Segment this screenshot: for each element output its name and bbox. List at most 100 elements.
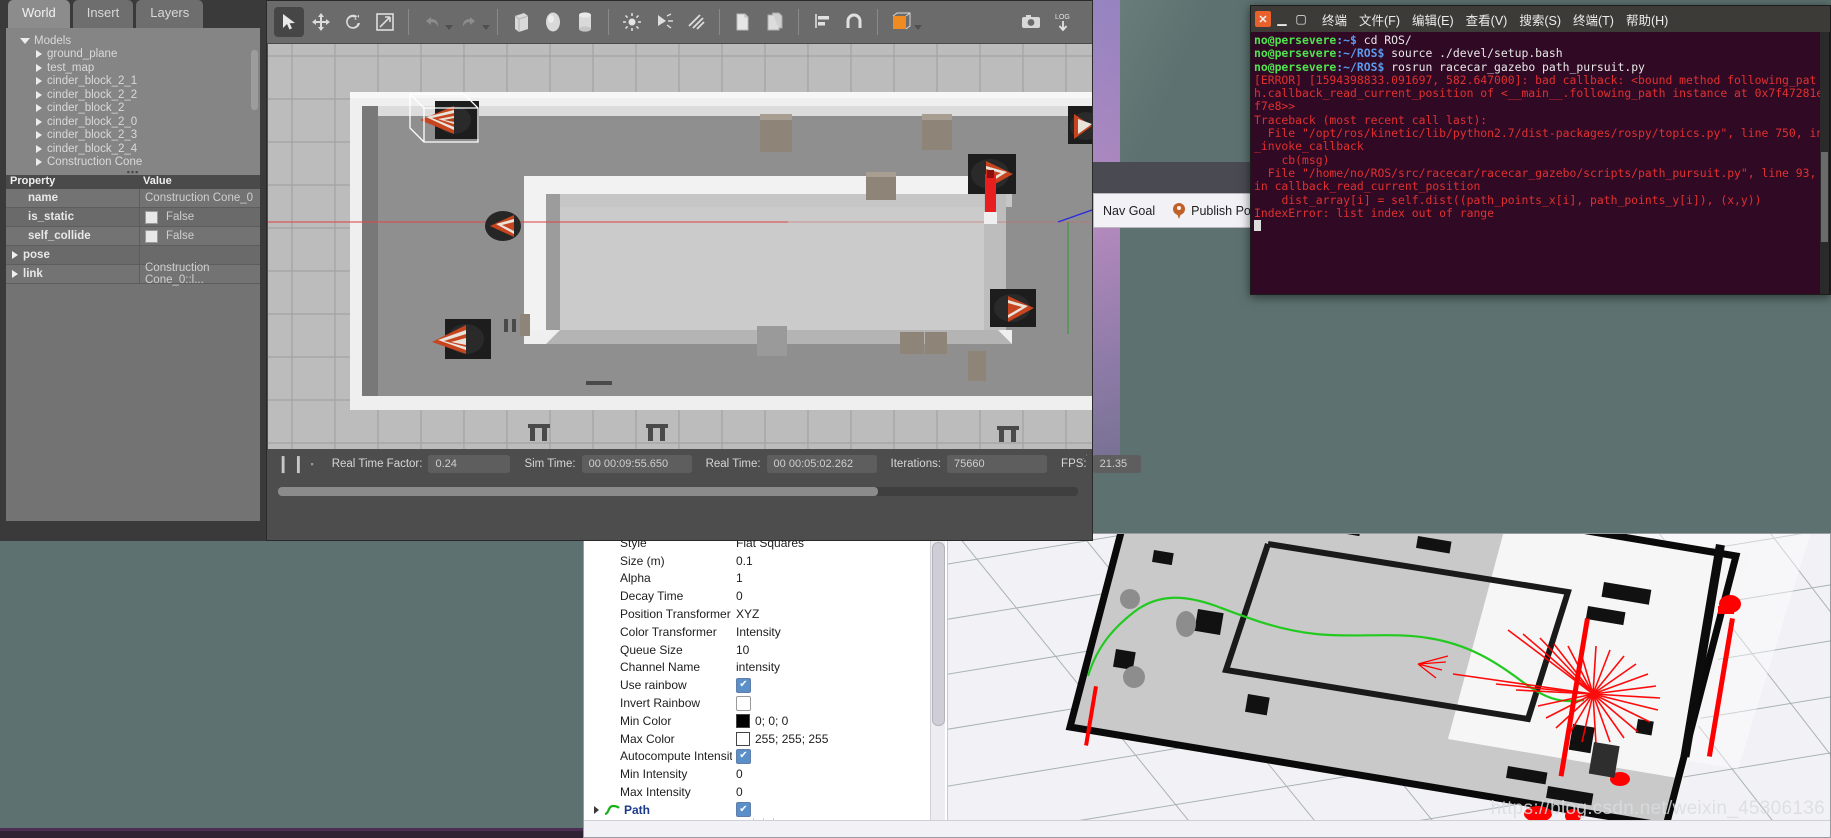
rviz-property-row[interactable]: Min Color 0; 0; 0 [584,712,947,730]
chevron-right-icon[interactable] [36,131,42,140]
terminal-menu-item[interactable]: 查看(V) [1466,10,1508,29]
terminal-menu-item[interactable]: 编辑(E) [1412,10,1454,29]
select-arrow-icon[interactable] [274,7,304,37]
redo-dropdown-icon[interactable] [482,24,490,30]
gazebo-3d-viewport[interactable] [268,44,1092,449]
chevron-right-icon[interactable] [36,50,42,59]
terminal-menu-item[interactable]: 文件(F) [1359,10,1400,29]
undo-dropdown-icon[interactable] [445,24,453,30]
terminal-titlebar[interactable]: ✕ ▁ ▢ 终端 文件(F) 编辑(E) 查看(V) 搜索(S) 终端(T) 帮助(H) [1251,6,1830,32]
terminal-menubar[interactable]: 终端 文件(F) 编辑(E) 查看(V) 搜索(S) 终端(T) 帮助(H) [1322,10,1680,29]
gazebo-world-tree[interactable]: Models ground_plane test_map cinder_block_2… [6,28,260,168]
world-tree-item[interactable]: test_map [6,61,260,75]
resize-grip-icon[interactable]: ⋰ [1079,453,1088,464]
gazebo-side-panel[interactable]: World Insert Layers Models ground_plane test… [0,0,266,541]
checkbox-checked-icon[interactable]: ✔ [736,748,751,764]
rviz-property-row[interactable]: Min Intensity 0 [584,765,947,783]
gazebo-toolbar[interactable]: LOG [267,1,1092,44]
chevron-right-icon[interactable] [36,77,42,86]
gazebo-panel-tabs[interactable]: World Insert Layers [0,0,266,28]
world-tree-item[interactable]: Models [6,34,260,48]
scrollbar-thumb[interactable] [278,487,878,496]
chevron-right-icon[interactable] [36,144,42,153]
rviz-property-row[interactable]: Channel Name intensity [584,659,947,677]
rviz-property-row[interactable]: Max Intensity 0 [584,783,947,801]
rviz-properties-scrollbar[interactable]: ▲ ▼ [930,534,945,837]
chevron-right-icon[interactable] [36,158,42,167]
rviz-property-value[interactable]: ✔ [732,802,947,818]
rviz-property-row[interactable]: Position Transformer XYZ [584,605,947,623]
checkbox-checked-icon[interactable]: ✔ [736,677,751,693]
terminal-window[interactable]: ✕ ▁ ▢ 终端 文件(F) 编辑(E) 查看(V) 搜索(S) 终端(T) 帮助(H) n… [1250,5,1831,295]
property-row[interactable]: name Construction Cone_0 [6,189,260,208]
sphere-icon[interactable] [538,7,568,37]
terminal-menu-item[interactable]: 终端 [1322,10,1347,29]
maximize-icon[interactable]: ▢ [1293,11,1309,27]
rviz-property-value[interactable]: intensity [732,660,947,674]
property-row[interactable]: link Construction Cone_0::l... [6,262,260,286]
rviz-window[interactable]: Style Flat Squares Size (m) 0.1 Alpha 1 Decay … [583,533,1831,838]
rviz-display-properties[interactable]: Style Flat Squares Size (m) 0.1 Alpha 1 Decay … [584,534,948,837]
rviz-property-row[interactable]: Autocompute Intensity B... ✔ [584,748,947,766]
copy-icon[interactable] [728,7,758,37]
world-tree-item[interactable]: cinder_block_2_3 [6,129,260,143]
rviz-property-value[interactable]: 1 [732,571,947,585]
rotate-icon[interactable] [338,7,368,37]
log-icon[interactable]: LOG [1048,7,1078,37]
screenshot-icon[interactable] [1016,7,1046,37]
chevron-right-icon[interactable] [36,117,42,126]
checkbox-unchecked-icon[interactable] [736,695,751,711]
world-tree-item[interactable]: ground_plane [6,48,260,62]
align-icon[interactable] [807,7,837,37]
rviz-property-value[interactable] [732,695,947,711]
rviz-3d-view[interactable] [948,534,1831,837]
property-value[interactable]: False [139,227,260,245]
rviz-property-row[interactable]: Queue Size 10 [584,641,947,659]
chevron-down-icon[interactable] [20,37,30,44]
rviz-property-value[interactable]: 0 [732,785,947,799]
color-swatch[interactable] [736,731,750,746]
scrollbar-thumb[interactable] [932,542,945,726]
rviz-property-value[interactable]: 0.1 [732,554,947,568]
property-row[interactable]: is_static False [6,208,260,227]
gazebo-tab-world[interactable]: World [8,0,70,28]
chevron-right-icon[interactable] [36,63,42,72]
rviz-property-value[interactable]: 255; 255; 255 [732,731,947,746]
rviz-property-value[interactable]: 0 [732,767,947,781]
directional-light-icon[interactable] [681,7,711,37]
change-view-icon[interactable] [886,7,916,37]
cylinder-icon[interactable] [570,7,600,37]
rviz-property-value[interactable]: ✔ [732,677,947,693]
gazebo-window[interactable]: LOG ❙❙ ▪ Real Time Factor: 0.24 Sim Time… [266,0,1141,541]
panel-splitter[interactable]: ▪▪▪ [6,167,260,176]
checkbox-checked-icon[interactable]: ✔ [736,802,751,818]
rviz-property-row[interactable]: Alpha 1 [584,570,947,588]
rviz-property-row[interactable]: Use rainbow ✔ [584,676,947,694]
point-light-icon[interactable] [617,7,647,37]
chevron-right-icon[interactable] [36,104,42,113]
checkbox-unchecked-icon[interactable] [145,229,158,243]
property-value[interactable]: Construction Cone_0 [139,189,260,207]
terminal-scrollbar[interactable] [1820,32,1829,294]
terminal-menu-item[interactable]: 搜索(S) [1519,10,1561,29]
rviz-property-row[interactable]: Max Color 255; 255; 255 [584,730,947,748]
step-icon[interactable]: ▪ [311,459,314,469]
chevron-right-icon[interactable] [12,270,18,278]
gazebo-tab-layers[interactable]: Layers [136,0,204,28]
gazebo-tab-insert[interactable]: Insert [72,0,134,28]
chevron-right-icon[interactable] [12,251,18,259]
terminal-output[interactable]: no@persevere:~$ cd ROS/no@persevere:~/RO… [1251,32,1830,235]
checkbox-unchecked-icon[interactable] [145,210,158,224]
redo-icon[interactable] [454,7,484,37]
rviz-property-value[interactable]: Intensity [732,625,947,639]
rviz-property-value[interactable]: 0; 0; 0 [732,713,947,728]
rviz-property-row[interactable]: Size (m) 0.1 [584,552,947,570]
rviz-tool-nav-goal[interactable]: Nav Goal [1094,204,1164,218]
undo-icon[interactable] [417,7,447,37]
property-value[interactable]: Construction Cone_0::l... [139,262,260,286]
gazebo-property-table[interactable]: Property Value name Construction Cone_0 is… [6,175,260,521]
scale-icon[interactable] [370,7,400,37]
property-row[interactable]: self_collide False [6,227,260,246]
gazebo-horizontal-scrollbar[interactable] [278,487,1078,496]
spot-light-icon[interactable] [649,7,679,37]
